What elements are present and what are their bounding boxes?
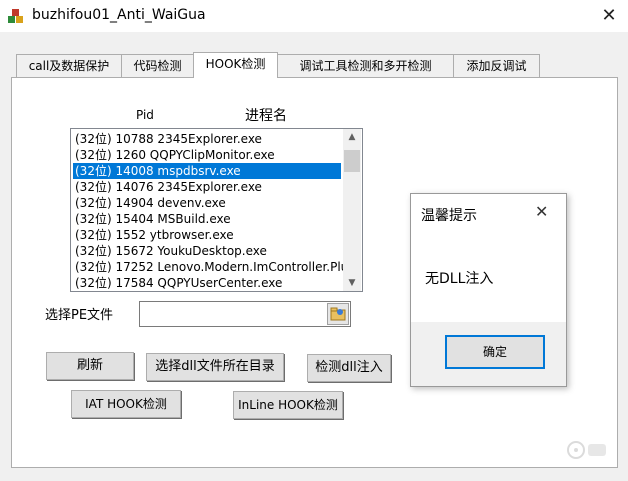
scrollbar-thumb[interactable] xyxy=(344,150,360,172)
list-item[interactable]: (32位) 10788 2345Explorer.exe xyxy=(73,131,341,147)
pid-column-label: Pid xyxy=(136,108,154,122)
list-item[interactable]: (32位) 15672 YoukuDesktop.exe xyxy=(73,243,341,259)
list-item-selected[interactable]: (32位) 14008 mspdbsrv.exe xyxy=(73,163,341,179)
message-dialog: 温馨提示 ✕ 无DLL注入 确定 xyxy=(410,193,567,387)
list-scrollbar[interactable]: ▲ ▼ xyxy=(343,129,361,291)
list-item[interactable]: (32位) 14904 devenv.exe xyxy=(73,195,341,211)
dialog-title: 温馨提示 xyxy=(421,208,477,224)
list-item[interactable]: (32位) 1260 QQPYClipMonitor.exe xyxy=(73,147,341,163)
inline-hook-detect-button[interactable]: InLine HOOK检测 xyxy=(233,391,343,419)
tab-hook-detection[interactable]: HOOK检测 xyxy=(193,52,278,78)
dialog-ok-button[interactable]: 确定 xyxy=(445,335,545,369)
tab-debugger-multi-instance-detection[interactable]: 调试工具检测和多开检测 xyxy=(277,54,454,77)
window-close-button[interactable]: ✕ xyxy=(596,4,622,28)
scroll-up-icon[interactable]: ▲ xyxy=(343,129,361,145)
watermark-icon xyxy=(567,441,606,459)
window-title: buzhifou01_Anti_WaiGua xyxy=(32,7,206,23)
select-dll-dir-button[interactable]: 选择dll文件所在目录 xyxy=(146,353,284,381)
process-list[interactable]: (32位) 10788 2345Explorer.exe (32位) 1260 … xyxy=(70,128,363,292)
list-item[interactable]: (32位) 1552 ytbrowser.exe xyxy=(73,227,341,243)
browse-button[interactable] xyxy=(327,303,349,325)
dialog-close-icon[interactable]: ✕ xyxy=(535,202,548,221)
list-item[interactable]: (32位) 17584 QQPYUserCenter.exe xyxy=(73,275,341,291)
dialog-message: 无DLL注入 xyxy=(425,271,494,287)
tab-call-data-protection[interactable]: call及数据保护 xyxy=(16,54,122,77)
list-item[interactable]: (32位) 17252 Lenovo.Modern.ImController.P… xyxy=(73,259,348,275)
pe-file-label: 选择PE文件 xyxy=(45,308,114,323)
tab-add-anti-debug[interactable]: 添加反调试 xyxy=(453,54,540,77)
app-icon xyxy=(8,9,23,23)
list-item[interactable]: (32位) 14076 2345Explorer.exe xyxy=(73,179,341,195)
dialog-content-area: 温馨提示 ✕ 无DLL注入 xyxy=(411,194,566,322)
scroll-down-icon[interactable]: ▼ xyxy=(343,275,361,291)
iat-hook-detect-button[interactable]: IAT HOOK检测 xyxy=(71,390,181,418)
folder-browse-icon xyxy=(330,307,346,321)
tab-code-detection[interactable]: 代码检测 xyxy=(121,54,194,77)
refresh-button[interactable]: 刷新 xyxy=(46,352,134,380)
process-name-column-label: 进程名 xyxy=(245,108,287,124)
detect-dll-injection-button[interactable]: 检测dll注入 xyxy=(307,354,391,382)
pe-file-input[interactable] xyxy=(139,301,351,327)
title-bar: buzhifou01_Anti_WaiGua ✕ xyxy=(0,0,628,32)
list-item[interactable]: (32位) 15404 MSBuild.exe xyxy=(73,211,341,227)
